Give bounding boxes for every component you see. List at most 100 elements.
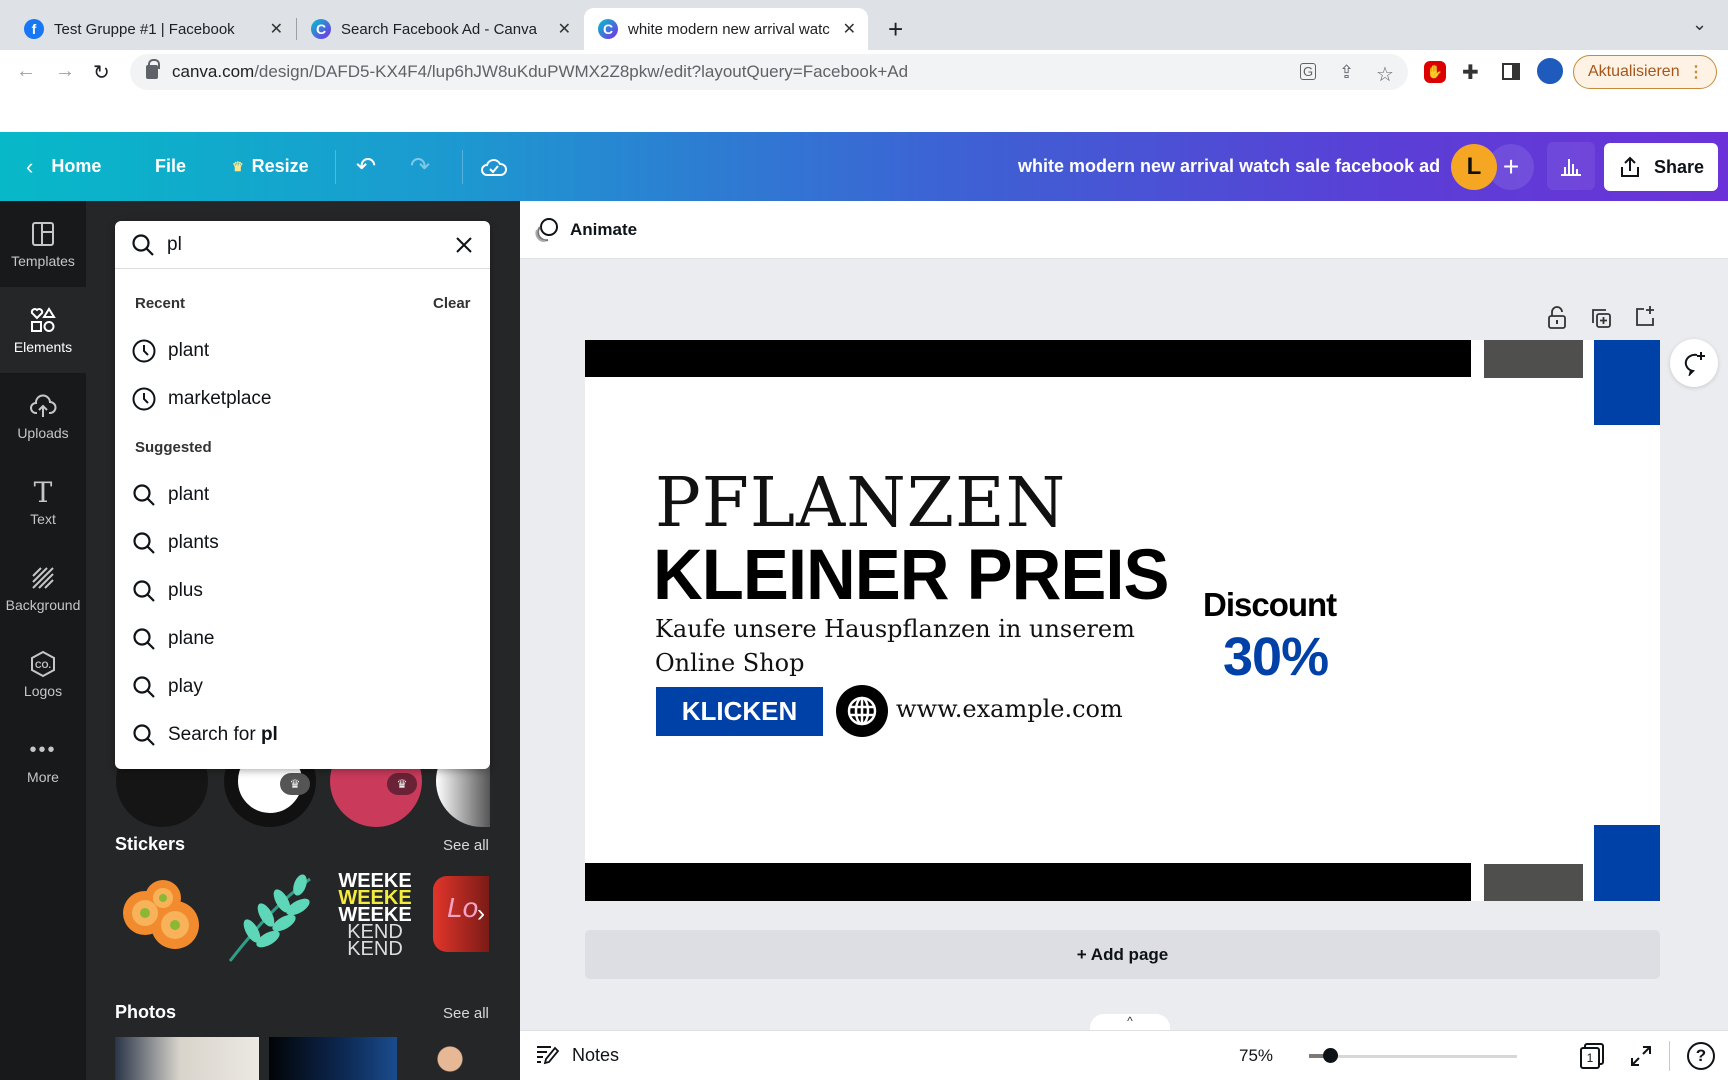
translate-icon[interactable]: G	[1300, 63, 1317, 80]
weekend-text-sticker[interactable]: WEEKE WEEKE WEEKE KEND KEND	[328, 873, 422, 965]
url-field[interactable]: canva.com/design/DAFD5-KX4F4/lup6hJW8uKd…	[130, 54, 1408, 90]
file-menu-button[interactable]: File	[155, 132, 186, 201]
blue-texture-photo[interactable]	[269, 1037, 397, 1080]
share-label: Share	[1654, 156, 1705, 177]
update-label: Aktualisieren	[1588, 63, 1680, 80]
zoom-slider-track[interactable]	[1309, 1055, 1517, 1058]
design-page[interactable]: PFLANZEN KLEINER PREIS Kaufe unsere Haus…	[585, 340, 1660, 901]
lock-page-icon[interactable]	[1547, 306, 1567, 330]
resize-button[interactable]: ♛ Resize	[232, 132, 309, 201]
suggested-search-item[interactable]: plant	[115, 472, 490, 518]
zoom-slider-handle[interactable]	[1322, 1048, 1338, 1063]
cloud-saved-icon[interactable]	[481, 132, 507, 201]
suggested-search-label: plants	[168, 532, 219, 553]
top-blue-block[interactable]	[1594, 340, 1660, 425]
bottom-blue-block[interactable]	[1594, 825, 1660, 901]
tab-search-chevron-icon[interactable]: ⌄	[1692, 14, 1707, 35]
sidebar-item-elements[interactable]: Elements	[0, 287, 86, 373]
profile-avatar[interactable]	[1537, 58, 1563, 84]
browser-tab-canva-search[interactable]: C Search Facebook Ad - Canva ✕	[297, 8, 583, 50]
page-count-button[interactable]: 1	[1580, 1043, 1604, 1069]
search-input[interactable]	[167, 231, 427, 259]
search-for-prefix: Search for	[168, 724, 261, 745]
reload-icon[interactable]: ↻	[93, 60, 110, 85]
tab-title: Search Facebook Ad - Canva	[341, 20, 537, 38]
insights-chart-icon[interactable]	[1547, 142, 1595, 190]
recent-search-item[interactable]: plant	[115, 328, 490, 374]
headline-kleiner-preis[interactable]: KLEINER PREIS	[653, 540, 1169, 611]
sidebar-item-logos[interactable]: CO. Logos	[0, 631, 86, 717]
bookmark-star-icon[interactable]: ☆	[1376, 62, 1394, 87]
share-page-icon[interactable]: ⇪	[1339, 62, 1354, 83]
lock-icon	[146, 59, 160, 79]
discount-label[interactable]: Discount	[1203, 586, 1337, 624]
add-page-icon[interactable]	[1634, 305, 1656, 327]
cta-klicken-button[interactable]: KLICKEN	[656, 687, 823, 736]
globe-icon[interactable]	[836, 685, 888, 737]
comment-plus-icon	[1684, 352, 1705, 376]
search-for-query-item[interactable]: Search for pl	[115, 712, 490, 758]
share-button[interactable]: Share	[1604, 143, 1718, 191]
update-browser-button[interactable]: Aktualisieren ⋮	[1573, 55, 1717, 89]
orange-flowers-sticker[interactable]	[115, 873, 208, 963]
home-button[interactable]: ‹ Home	[26, 132, 101, 201]
editor-toolbar: Animate	[520, 201, 1728, 259]
browser-tab-facebook[interactable]: f Test Gruppe #1 | Facebook ✕	[10, 8, 295, 50]
close-tab-icon[interactable]: ✕	[843, 19, 856, 39]
url-host: canva.com	[172, 62, 255, 81]
clear-recent-button[interactable]: Clear	[433, 295, 471, 312]
green-leaf-sticker[interactable]	[222, 873, 314, 965]
sidebar-item-uploads[interactable]: Uploads	[0, 373, 86, 459]
top-gray-block[interactable]	[1484, 340, 1583, 378]
sidebar-item-text[interactable]: T Text	[0, 459, 86, 545]
add-comment-button[interactable]	[1670, 339, 1718, 387]
sidebar-item-templates[interactable]: Templates	[0, 201, 86, 287]
suggested-search-item[interactable]: plants	[115, 520, 490, 566]
sidebar-item-more[interactable]: ••• More	[0, 717, 86, 803]
add-page-button[interactable]: + Add page	[585, 930, 1660, 979]
business-handshake-photo[interactable]	[115, 1037, 259, 1080]
sidebar-label: Logos	[23, 683, 63, 699]
fullscreen-icon[interactable]	[1630, 1045, 1652, 1067]
sidebar-item-background[interactable]: Background	[0, 545, 86, 631]
bottom-black-bar[interactable]	[585, 863, 1471, 901]
recent-search-label: marketplace	[168, 388, 272, 409]
website-url-text[interactable]: www.example.com	[896, 695, 1123, 723]
close-tab-icon[interactable]: ✕	[558, 19, 571, 39]
body-text[interactable]: Kaufe unsere Hauspflanzen in unserem Onl…	[655, 612, 1135, 680]
smiling-people-photo[interactable]	[430, 1037, 490, 1080]
design-title[interactable]: white modern new arrival watch sale face…	[1018, 132, 1440, 201]
forward-arrow-icon[interactable]: →	[55, 60, 75, 83]
help-icon[interactable]: ?	[1687, 1042, 1715, 1070]
stickers-see-all-link[interactable]: See all	[443, 837, 489, 854]
recent-search-item[interactable]: marketplace	[115, 376, 490, 422]
photos-see-all-link[interactable]: See all	[443, 1005, 489, 1022]
top-black-bar[interactable]	[585, 340, 1471, 377]
back-arrow-icon[interactable]: ←	[16, 60, 36, 83]
recent-search-label: plant	[168, 340, 210, 361]
zoom-level[interactable]: 75%	[1239, 1046, 1273, 1066]
adblock-extension-icon[interactable]: ✋	[1424, 61, 1446, 83]
bottom-gray-block[interactable]	[1484, 864, 1583, 901]
new-tab-button[interactable]: +	[888, 14, 903, 45]
animate-button[interactable]: Animate	[534, 217, 637, 243]
more-icon: •••	[29, 738, 57, 761]
suggested-search-item[interactable]: play	[115, 664, 490, 710]
side-panel-icon[interactable]	[1502, 63, 1520, 80]
close-tab-icon[interactable]: ✕	[270, 19, 283, 39]
text-icon: T	[33, 475, 53, 509]
suggested-search-item[interactable]: plane	[115, 616, 490, 662]
extensions-puzzle-icon[interactable]: ✚	[1462, 60, 1479, 85]
undo-icon[interactable]: ↶	[356, 132, 376, 201]
discount-value[interactable]: 30%	[1223, 626, 1329, 688]
duplicate-page-icon[interactable]	[1590, 307, 1612, 329]
page-count: 1	[1580, 1047, 1600, 1069]
notes-button[interactable]: Notes	[536, 1044, 619, 1066]
headline-pflanzen[interactable]: PFLANZEN	[655, 470, 1066, 538]
redo-icon[interactable]: ↷	[410, 132, 430, 201]
carousel-next-chevron-icon[interactable]: ›	[477, 900, 485, 928]
browser-tab-canva-design[interactable]: C white modern new arrival watc ✕	[584, 8, 868, 50]
suggested-search-item[interactable]: plus	[115, 568, 490, 614]
user-avatar[interactable]: L	[1451, 144, 1497, 190]
clear-search-icon[interactable]	[455, 236, 473, 254]
